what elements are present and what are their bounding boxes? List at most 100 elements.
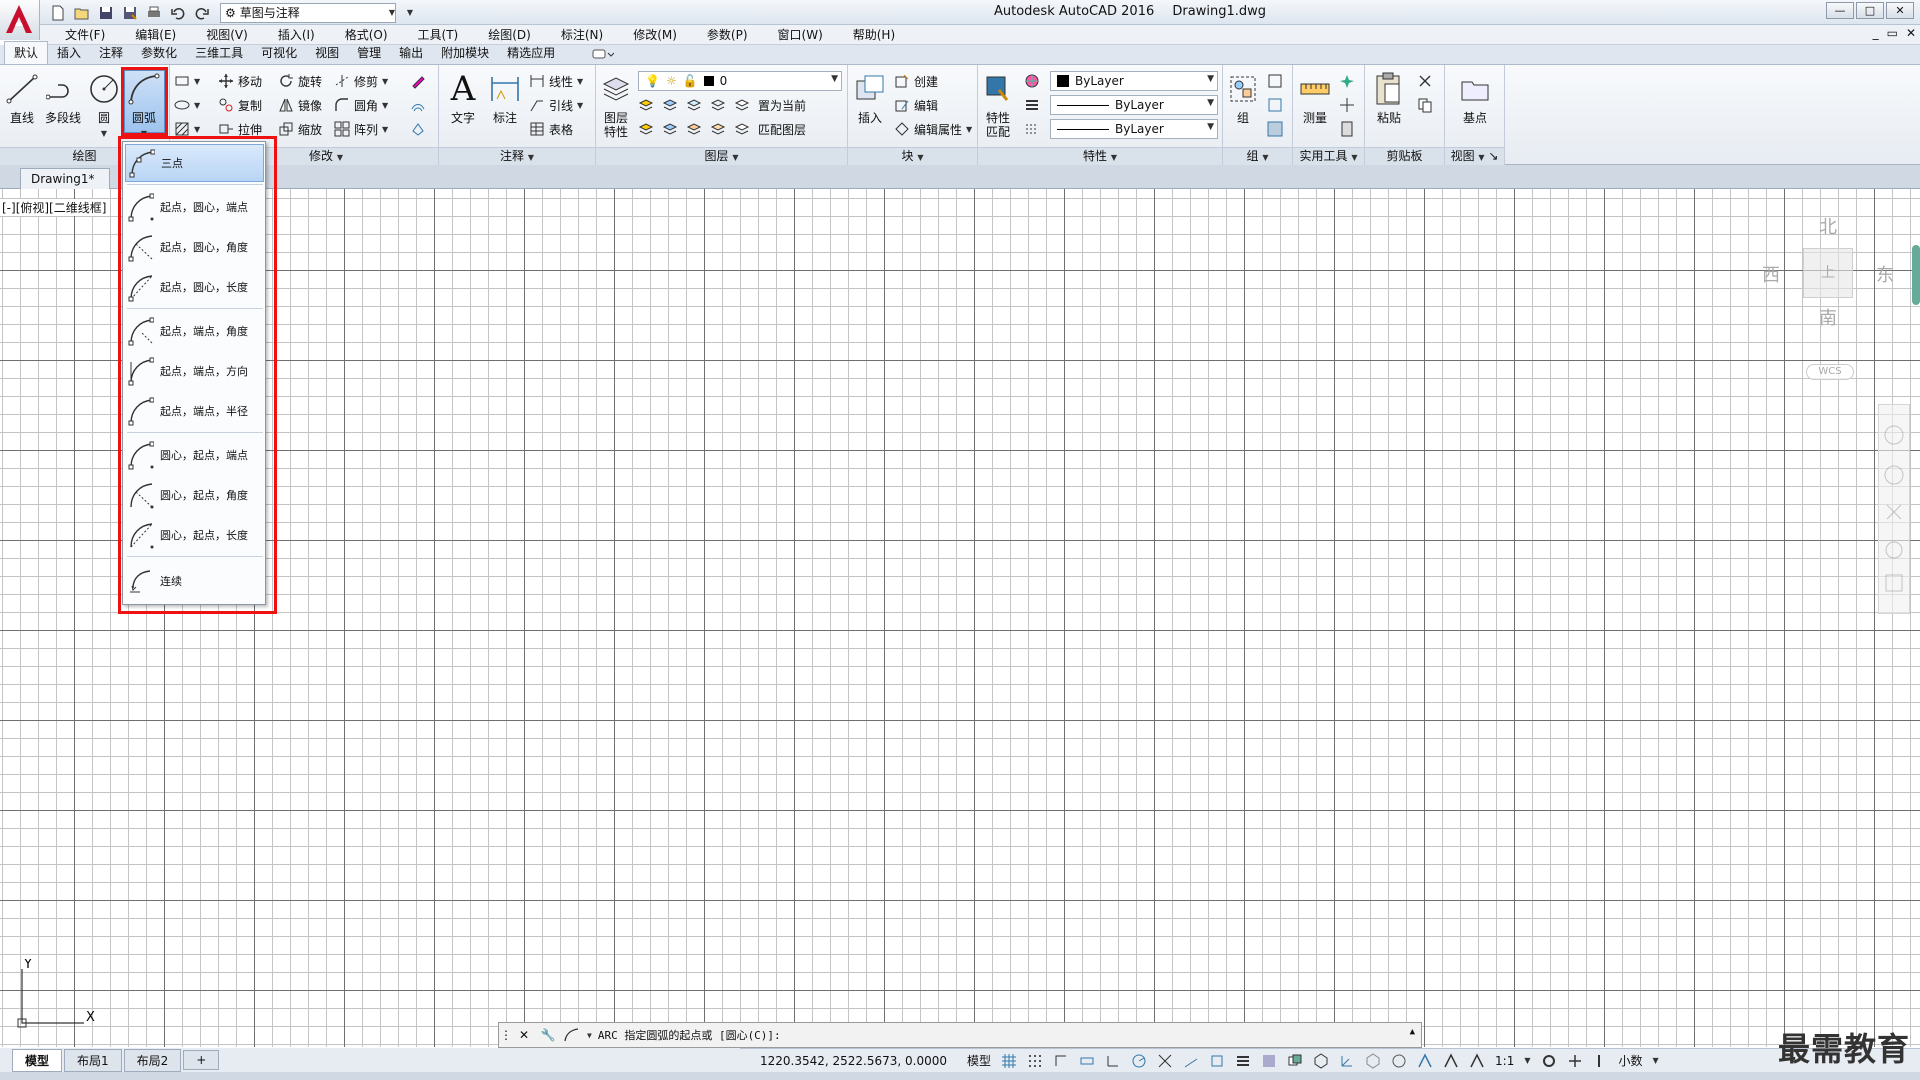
erase-button[interactable] [410, 71, 426, 91]
tab-parametric[interactable]: 参数化 [132, 42, 186, 64]
dynamic-input-icon[interactable] [1079, 1053, 1095, 1069]
chevron-down-icon[interactable]: ▼ [141, 129, 147, 138]
copy-clip-button[interactable] [1417, 95, 1433, 115]
layer-unlock-icon[interactable] [710, 121, 726, 137]
layer-on-icon[interactable] [638, 121, 654, 137]
menu-edit[interactable]: 编辑(E) [120, 26, 191, 43]
linetype-select[interactable]: ByLayer ▼ [1050, 95, 1218, 115]
menu-modify[interactable]: 修改(M) [618, 26, 692, 43]
lineweight-select[interactable]: ByLayer ▼ [1050, 119, 1218, 139]
set-current-label[interactable]: 置为当前 [758, 97, 806, 114]
panel-properties-title[interactable]: 特性 ▼ [978, 147, 1222, 165]
color-wheel-button[interactable] [1024, 71, 1040, 91]
viewcube[interactable]: 北 西 上 东 南 [1755, 213, 1905, 333]
doc-close-button[interactable]: ✕ [1906, 26, 1916, 40]
viewport-controls[interactable]: [-][俯视][二维线框] [2, 199, 107, 216]
wrench-icon[interactable]: 🔧 [539, 1026, 557, 1044]
object-snap-tracking-icon[interactable] [1183, 1053, 1199, 1069]
panel-view-title[interactable]: 视图 ▼ ↘ [1445, 147, 1504, 165]
vertical-scroll-indicator[interactable] [1912, 245, 1920, 305]
arc-option-center-start-end[interactable]: 圆心，起点，端点 [125, 436, 264, 474]
layer-thaw-icon[interactable] [686, 121, 702, 137]
print-icon[interactable] [144, 3, 164, 23]
tab-featured-apps[interactable]: 精选应用 [498, 42, 564, 64]
stretch-button[interactable]: 拉伸 [218, 119, 262, 139]
wcs-menu[interactable]: WCS [1806, 364, 1854, 380]
match-properties-button[interactable]: 特性 匹配 [980, 69, 1016, 139]
layer-properties-button[interactable]: 图层 特性 [598, 69, 634, 139]
tab-manage[interactable]: 管理 [348, 42, 390, 64]
file-tab-drawing1[interactable]: Drawing1* [20, 168, 110, 189]
app-menu-button[interactable] [0, 0, 40, 40]
scale-button[interactable]: 缩放 [278, 119, 322, 139]
ribbon-display-toggle-icon[interactable] [588, 46, 618, 62]
undo-icon[interactable] [168, 3, 188, 23]
tab-visualize[interactable]: 可视化 [252, 42, 306, 64]
transparency-icon[interactable] [1261, 1053, 1277, 1069]
cut-button[interactable] [1417, 71, 1433, 91]
menu-window[interactable]: 窗口(W) [763, 26, 838, 43]
tab-output[interactable]: 输出 [390, 42, 432, 64]
annotation-monitor-icon[interactable] [1567, 1053, 1583, 1069]
arc-option-three-point[interactable]: 三点 [125, 144, 264, 182]
close-icon[interactable]: ✕ [515, 1026, 533, 1044]
layer-lock-icon[interactable] [710, 97, 726, 113]
tab-layout2[interactable]: 布局2 [123, 1048, 182, 1072]
offset-button[interactable] [410, 95, 426, 115]
annotation-visibility-icon[interactable] [1417, 1052, 1433, 1069]
rotate-button[interactable]: 旋转 [278, 71, 322, 91]
edit-block-button[interactable]: 编辑 [894, 95, 938, 115]
fillet-button[interactable]: 圆角 ▼ [334, 95, 388, 115]
leader-button[interactable]: 引线 ▼ [529, 95, 583, 115]
dynamic-ucs-icon[interactable] [1339, 1053, 1355, 1069]
mirror-button[interactable]: 镜像 [278, 95, 322, 115]
arc-option-center-start-length[interactable]: 圆心，起点，长度 [125, 516, 264, 554]
tab-annotate[interactable]: 注释 [90, 42, 132, 64]
arc-option-start-end-angle[interactable]: 起点，端点，角度 [125, 312, 264, 350]
workspace-gear-icon[interactable] [1541, 1053, 1557, 1069]
layer-unisolate-icon[interactable] [662, 121, 678, 137]
open-file-icon[interactable] [72, 3, 92, 23]
viewcube-top-face[interactable]: 上 [1803, 248, 1853, 298]
model-space-toggle[interactable]: 模型 [967, 1052, 991, 1069]
menu-help[interactable]: 帮助(H) [838, 26, 910, 43]
workspace-select[interactable]: ⚙ 草图与注释 ▼ [220, 2, 396, 23]
ungroup-button[interactable] [1267, 71, 1283, 91]
move-button[interactable]: 移动 [218, 71, 262, 91]
layer-select[interactable]: 💡 ☼ 🔓 0 ▼ [638, 71, 842, 91]
menu-draw[interactable]: 绘图(D) [473, 26, 546, 43]
match-layer-label[interactable]: 匹配图层 [758, 121, 806, 138]
menu-parametric[interactable]: 参数(P) [692, 26, 763, 43]
group-button[interactable]: 组 [1225, 69, 1261, 139]
tab-model[interactable]: 模型 [12, 1048, 63, 1072]
panel-utilities-title[interactable]: 实用工具 ▼ [1293, 147, 1364, 165]
chevron-down-icon[interactable]: ▼ [587, 1031, 592, 1040]
tab-3d-tools[interactable]: 三维工具 [186, 42, 252, 64]
isometric-icon[interactable] [1157, 1053, 1173, 1069]
arc-option-start-center-end[interactable]: 起点，圆心，端点 [125, 188, 264, 226]
maximize-button[interactable]: □ [1856, 2, 1884, 19]
explode-button[interactable] [410, 119, 426, 139]
copy-button[interactable]: 复制 [218, 95, 262, 115]
line-button[interactable]: 直线 [2, 69, 42, 139]
infer-constraints-icon[interactable] [1053, 1053, 1069, 1069]
doc-restore-button[interactable]: ▭ [1887, 26, 1898, 40]
layer-freeze-icon[interactable] [686, 97, 702, 113]
dimension-button[interactable]: 标注 [485, 69, 525, 139]
circle-button[interactable]: 圆 ▼ [84, 69, 124, 139]
auto-scale-icon[interactable] [1443, 1052, 1459, 1069]
trim-button[interactable]: 修剪 ▼ [334, 71, 388, 91]
tab-default[interactable]: 默认 [4, 41, 49, 64]
ortho-icon[interactable] [1105, 1053, 1121, 1069]
drawing-canvas[interactable]: [-][俯视][二维线框] 北 西 上 东 南 WCS Y X [0, 189, 1920, 1047]
arc-option-continue[interactable]: 连续 [125, 562, 264, 600]
color-select[interactable]: ByLayer ▼ [1050, 71, 1218, 91]
units-icon[interactable] [1593, 1053, 1609, 1069]
hatch-button[interactable]: ▼ [174, 119, 200, 139]
measure-button[interactable]: 测量 [1295, 69, 1335, 139]
linetype-icon-button[interactable] [1024, 119, 1040, 139]
table-button[interactable]: 表格 [529, 119, 573, 139]
layer-isolate-icon[interactable] [662, 97, 678, 113]
tab-insert[interactable]: 插入 [48, 42, 90, 64]
new-file-icon[interactable] [48, 3, 68, 23]
